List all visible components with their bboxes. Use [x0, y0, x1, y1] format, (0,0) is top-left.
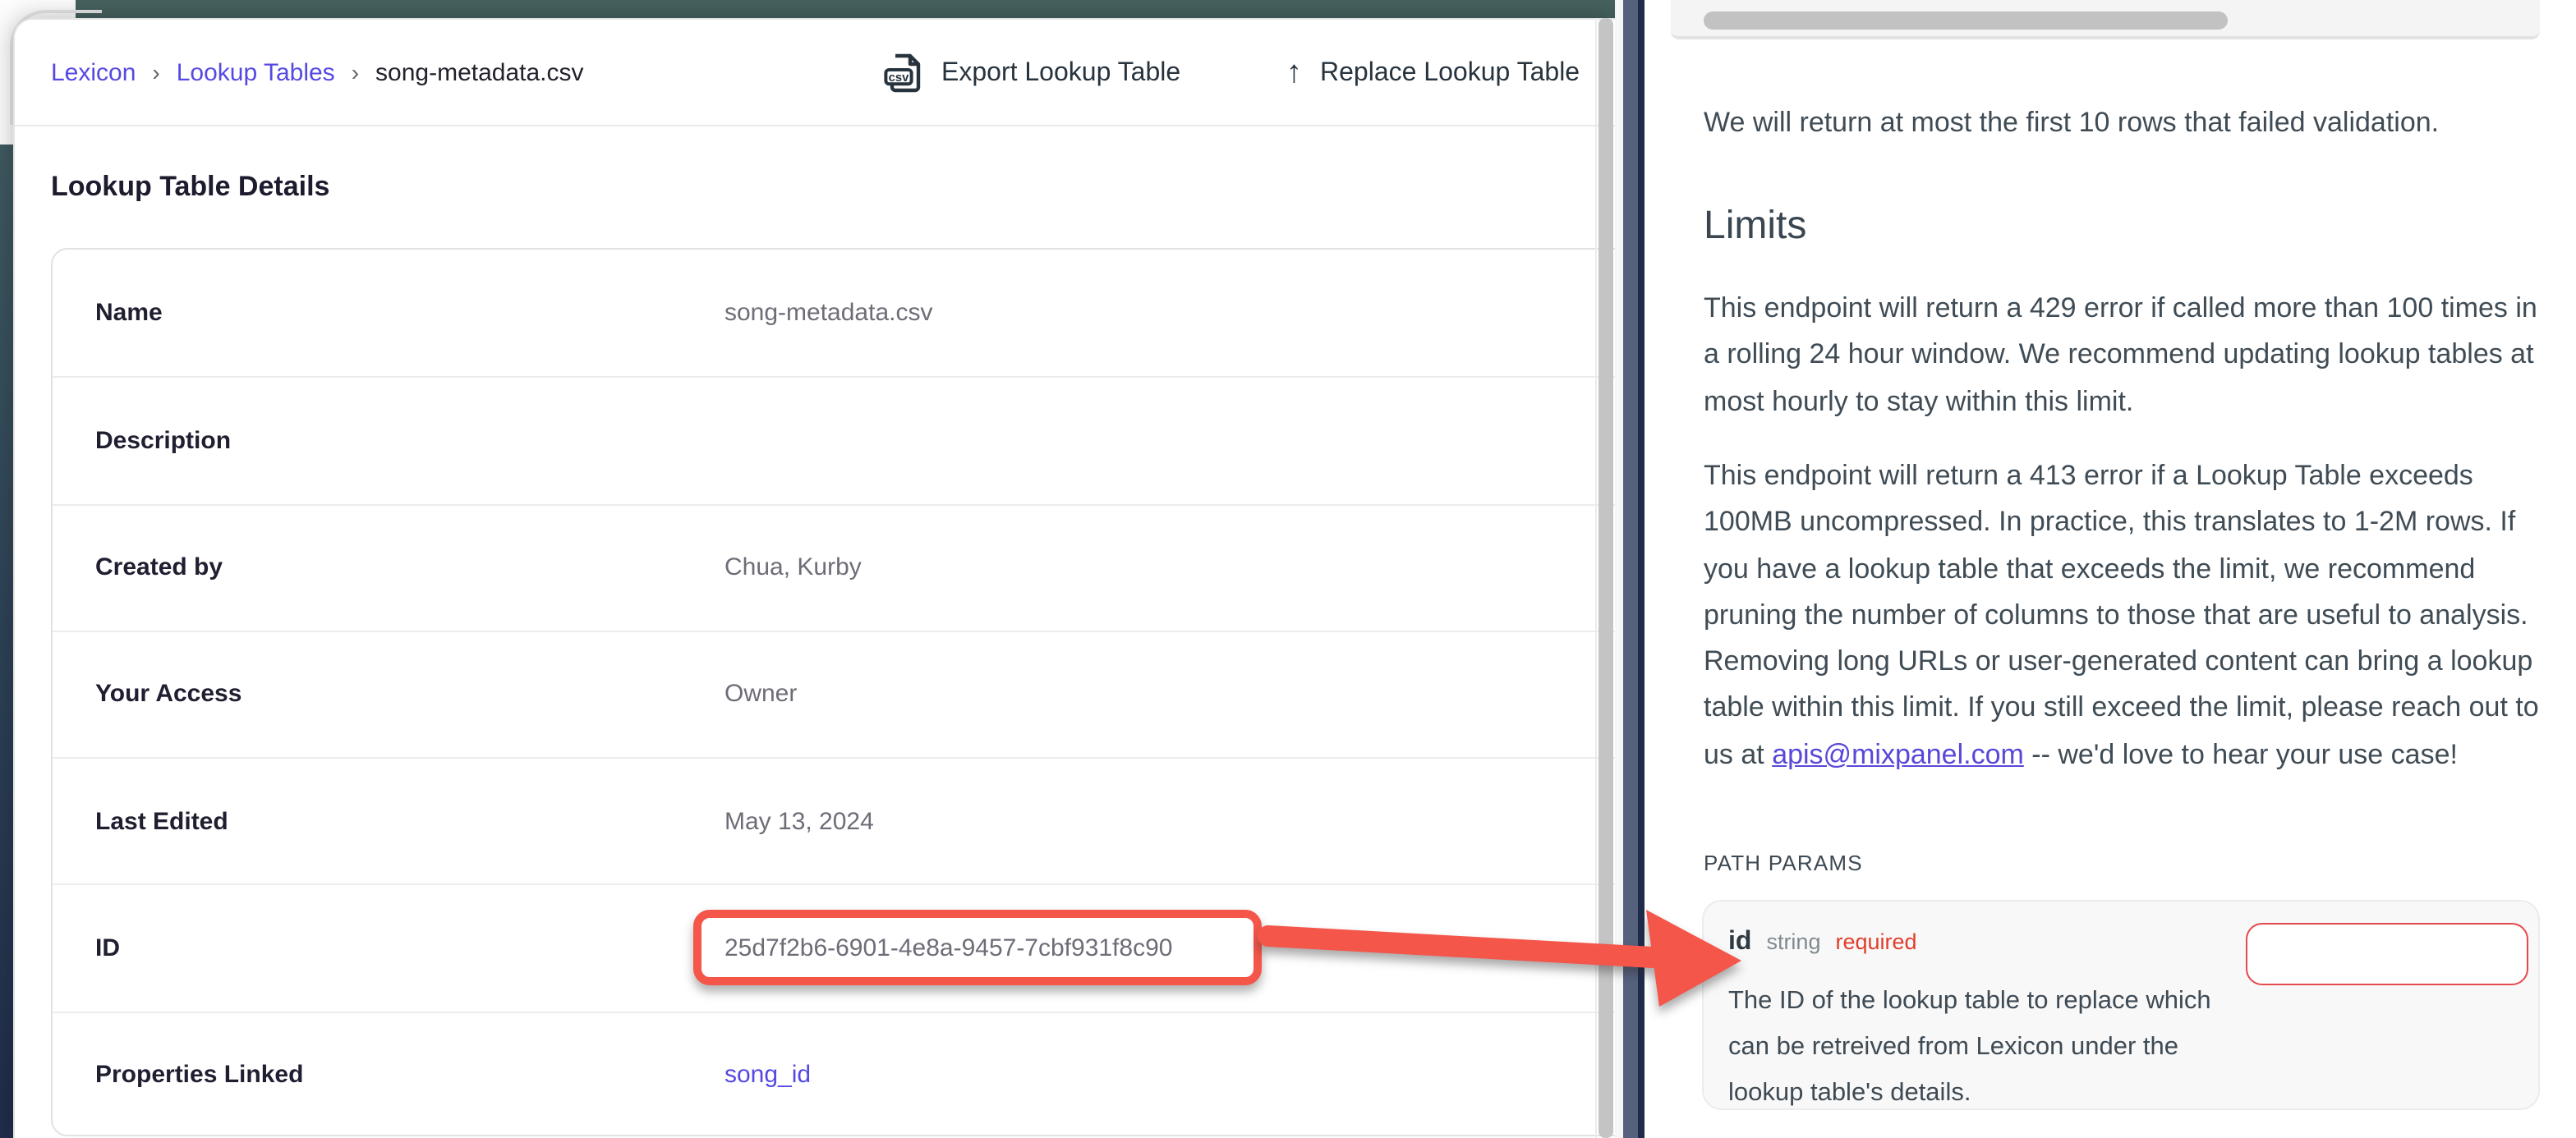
breadcrumb-separator-icon: ›	[152, 58, 159, 85]
export-lookup-table-button[interactable]: csv Export Lookup Table	[884, 20, 1180, 126]
row-value: Chua, Kurby	[724, 553, 1615, 581]
param-name: id	[1728, 928, 1751, 957]
vertical-scrollbar-thumb[interactable]	[1598, 18, 1613, 1138]
apis-mixpanel-email-link[interactable]: apis@mixpanel.com	[1772, 739, 2024, 770]
param-description: The ID of the lookup table to replace wh…	[1728, 979, 2241, 1117]
param-type: string	[1766, 929, 1820, 954]
table-row-your-access: Your Access Owner	[53, 631, 1615, 758]
row-label: Last Edited	[53, 807, 724, 835]
id-param-input[interactable]	[2246, 923, 2528, 985]
table-row-name: Name song-metadata.csv	[53, 250, 1615, 377]
breadcrumb-current-file: song-metadata.csv	[375, 59, 583, 87]
row-label: Created by	[53, 553, 724, 581]
limits-paragraph-413: This endpoint will return a 413 error if…	[1704, 453, 2545, 778]
upload-arrow-icon: ↑	[1286, 55, 1302, 91]
paragraph-text: This endpoint will return a 413 error if…	[1704, 460, 2539, 770]
song-id-property-link[interactable]: song_id	[724, 1061, 811, 1089]
id-highlight-box: 25d7f2b6-6901-4e8a-9457-7cbf931f8c90	[693, 911, 1262, 986]
screenshot-stage: Lexicon › Lookup Tables › song-metadata.…	[0, 0, 2576, 1138]
breadcrumb: Lexicon › Lookup Tables › song-metadata.…	[51, 20, 584, 126]
path-param-card: id string required The ID of the lookup …	[1702, 900, 2540, 1110]
table-row-description: Description	[53, 377, 1615, 504]
paragraph-text: -- we'd love to hear your use case!	[2024, 739, 2458, 770]
docs-window: We will return at most the first 10 rows…	[1644, 0, 2576, 1138]
row-value: song-metadata.csv	[724, 299, 1615, 327]
window-divider	[1615, 0, 1644, 1138]
table-row-id: ID 25d7f2b6-6901-4e8a-9457-7cbf931f8c90	[53, 884, 1615, 1012]
row-label: Properties Linked	[53, 1061, 724, 1089]
breadcrumb-link-lexicon[interactable]: Lexicon	[51, 59, 136, 87]
lookup-table-id-value: 25d7f2b6-6901-4e8a-9457-7cbf931f8c90	[724, 934, 1172, 962]
scrollbar-track-line	[1595, 18, 1597, 1138]
limits-heading: Limits	[1704, 204, 1806, 250]
lexicon-window: Lexicon › Lookup Tables › song-metadata.…	[13, 18, 1615, 1138]
code-block-bottom-edge	[1671, 0, 2540, 39]
row-value: Owner	[724, 681, 1615, 709]
breadcrumb-separator-icon: ›	[352, 58, 359, 85]
row-value: song_id	[724, 1061, 1615, 1089]
replace-lookup-table-button[interactable]: ↑ Replace Lookup Table	[1286, 20, 1580, 126]
param-header: id string required	[1728, 928, 1917, 957]
row-label: Name	[53, 299, 724, 327]
breadcrumb-link-lookup-tables[interactable]: Lookup Tables	[177, 59, 335, 87]
svg-text:csv: csv	[889, 71, 909, 85]
table-row-properties-linked: Properties Linked song_id	[53, 1011, 1615, 1138]
horizontal-scrollbar-thumb[interactable]	[1704, 11, 2228, 30]
page-title: Lookup Table Details	[51, 171, 329, 204]
export-lookup-table-label: Export Lookup Table	[941, 58, 1180, 88]
table-row-created-by: Created by Chua, Kurby	[53, 503, 1615, 631]
lookup-table-details-card: Name song-metadata.csv Description Creat…	[51, 248, 1615, 1136]
row-value: 25d7f2b6-6901-4e8a-9457-7cbf931f8c90	[724, 911, 1615, 986]
row-label: Your Access	[53, 681, 724, 709]
validation-note-text: We will return at most the first 10 rows…	[1704, 100, 2545, 147]
row-label: Description	[53, 427, 724, 455]
replace-lookup-table-label: Replace Lookup Table	[1320, 58, 1580, 88]
param-required-badge: required	[1835, 929, 1916, 954]
path-params-label: PATH PARAMS	[1704, 851, 1863, 875]
row-label: ID	[53, 934, 724, 962]
table-row-last-edited: Last Edited May 13, 2024	[53, 757, 1615, 884]
row-value: May 13, 2024	[724, 807, 1615, 835]
csv-file-icon: csv	[884, 51, 923, 95]
lexicon-header: Lexicon › Lookup Tables › song-metadata.…	[15, 20, 1615, 126]
limits-paragraph-429: This endpoint will return a 429 error if…	[1704, 286, 2545, 425]
